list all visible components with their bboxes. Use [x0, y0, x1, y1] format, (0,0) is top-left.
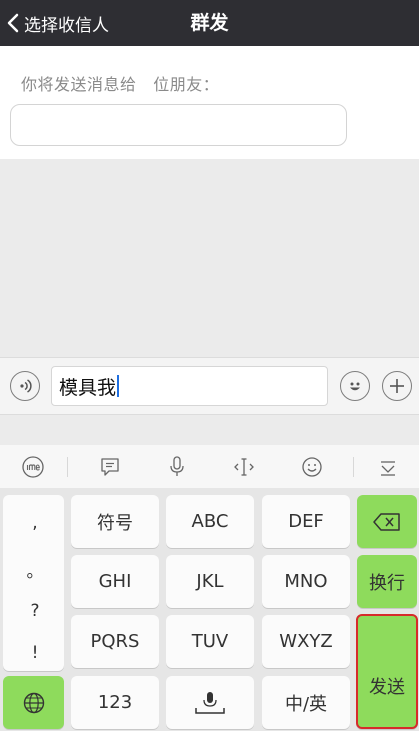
smiley-icon — [350, 382, 360, 391]
toolbar-divider — [353, 457, 354, 477]
globe-icon — [23, 692, 44, 713]
chat-input-bar: 模具我 — [0, 357, 419, 415]
navigation-bar: 选择收信人 群发 — [0, 0, 419, 46]
key-numbers[interactable]: 123 — [71, 676, 159, 729]
input-method-icon — [22, 455, 44, 478]
key-wxyz[interactable]: WXYZ — [262, 615, 350, 668]
voice-icon — [20, 379, 32, 393]
key-tuv[interactable]: TUV — [166, 615, 254, 668]
key-ghi[interactable]: GHI — [71, 555, 159, 608]
cursor-move-button[interactable] — [224, 445, 264, 488]
voice-keyboard-button[interactable] — [157, 445, 197, 488]
input-method-button[interactable] — [13, 445, 53, 488]
back-button[interactable]: 选择收信人 — [4, 0, 109, 46]
newline-key[interactable]: 换行 — [357, 555, 417, 608]
microphone-space-icon — [195, 691, 225, 714]
punctuation-exclamation[interactable]: ! — [3, 643, 67, 663]
cursor-move-icon — [234, 457, 254, 476]
recipient-list-field[interactable] — [10, 104, 347, 146]
message-input[interactable]: 模具我 — [51, 366, 328, 406]
message-input-value: 模具我 — [59, 376, 117, 399]
more-options-button[interactable] — [382, 371, 412, 401]
quick-phrase-button[interactable] — [90, 445, 130, 488]
backspace-key[interactable] — [357, 495, 417, 548]
punctuation-comma[interactable]: , — [3, 513, 67, 533]
microphone-icon — [170, 455, 184, 476]
key-symbols[interactable]: 符号 — [71, 495, 159, 548]
backspace-icon — [373, 512, 400, 531]
key-def[interactable]: DEF — [262, 495, 350, 548]
hide-keyboard-button[interactable] — [368, 445, 408, 488]
emoji-button[interactable] — [340, 371, 370, 401]
key-pqrs[interactable]: PQRS — [71, 615, 159, 668]
key-mno[interactable]: MNO — [262, 555, 350, 608]
punctuation-period[interactable]: 。 — [3, 557, 67, 582]
toolbar-divider — [67, 457, 68, 477]
text-caret — [117, 375, 120, 397]
language-switch-key[interactable]: 中/英 — [262, 676, 350, 729]
recipient-count-label: 你将发送消息给 位朋友： — [21, 75, 220, 94]
voice-input-button[interactable] — [10, 371, 40, 401]
punctuation-column[interactable]: , 。 ? ! — [3, 495, 64, 671]
punctuation-question[interactable]: ? — [3, 601, 67, 621]
key-jkl[interactable]: JKL — [166, 555, 254, 608]
send-key[interactable]: 发送 — [356, 614, 418, 729]
plus-icon — [390, 379, 404, 393]
keyboard-toolbar — [0, 445, 419, 488]
keyboard: , 。 ? ! 符号 ABC DEF GHI JKL MNO 换行 PQRS T… — [0, 488, 419, 731]
globe-key[interactable] — [3, 676, 64, 729]
chevron-left-icon — [7, 13, 19, 33]
key-abc[interactable]: ABC — [166, 495, 254, 548]
message-bubble-icon — [101, 457, 119, 476]
space-key[interactable] — [166, 676, 254, 729]
back-label: 选择收信人 — [24, 15, 109, 36]
collapse-keyboard-icon — [381, 460, 395, 476]
emoji-keyboard-button[interactable] — [292, 445, 332, 488]
smiley-outline-icon — [302, 456, 322, 477]
